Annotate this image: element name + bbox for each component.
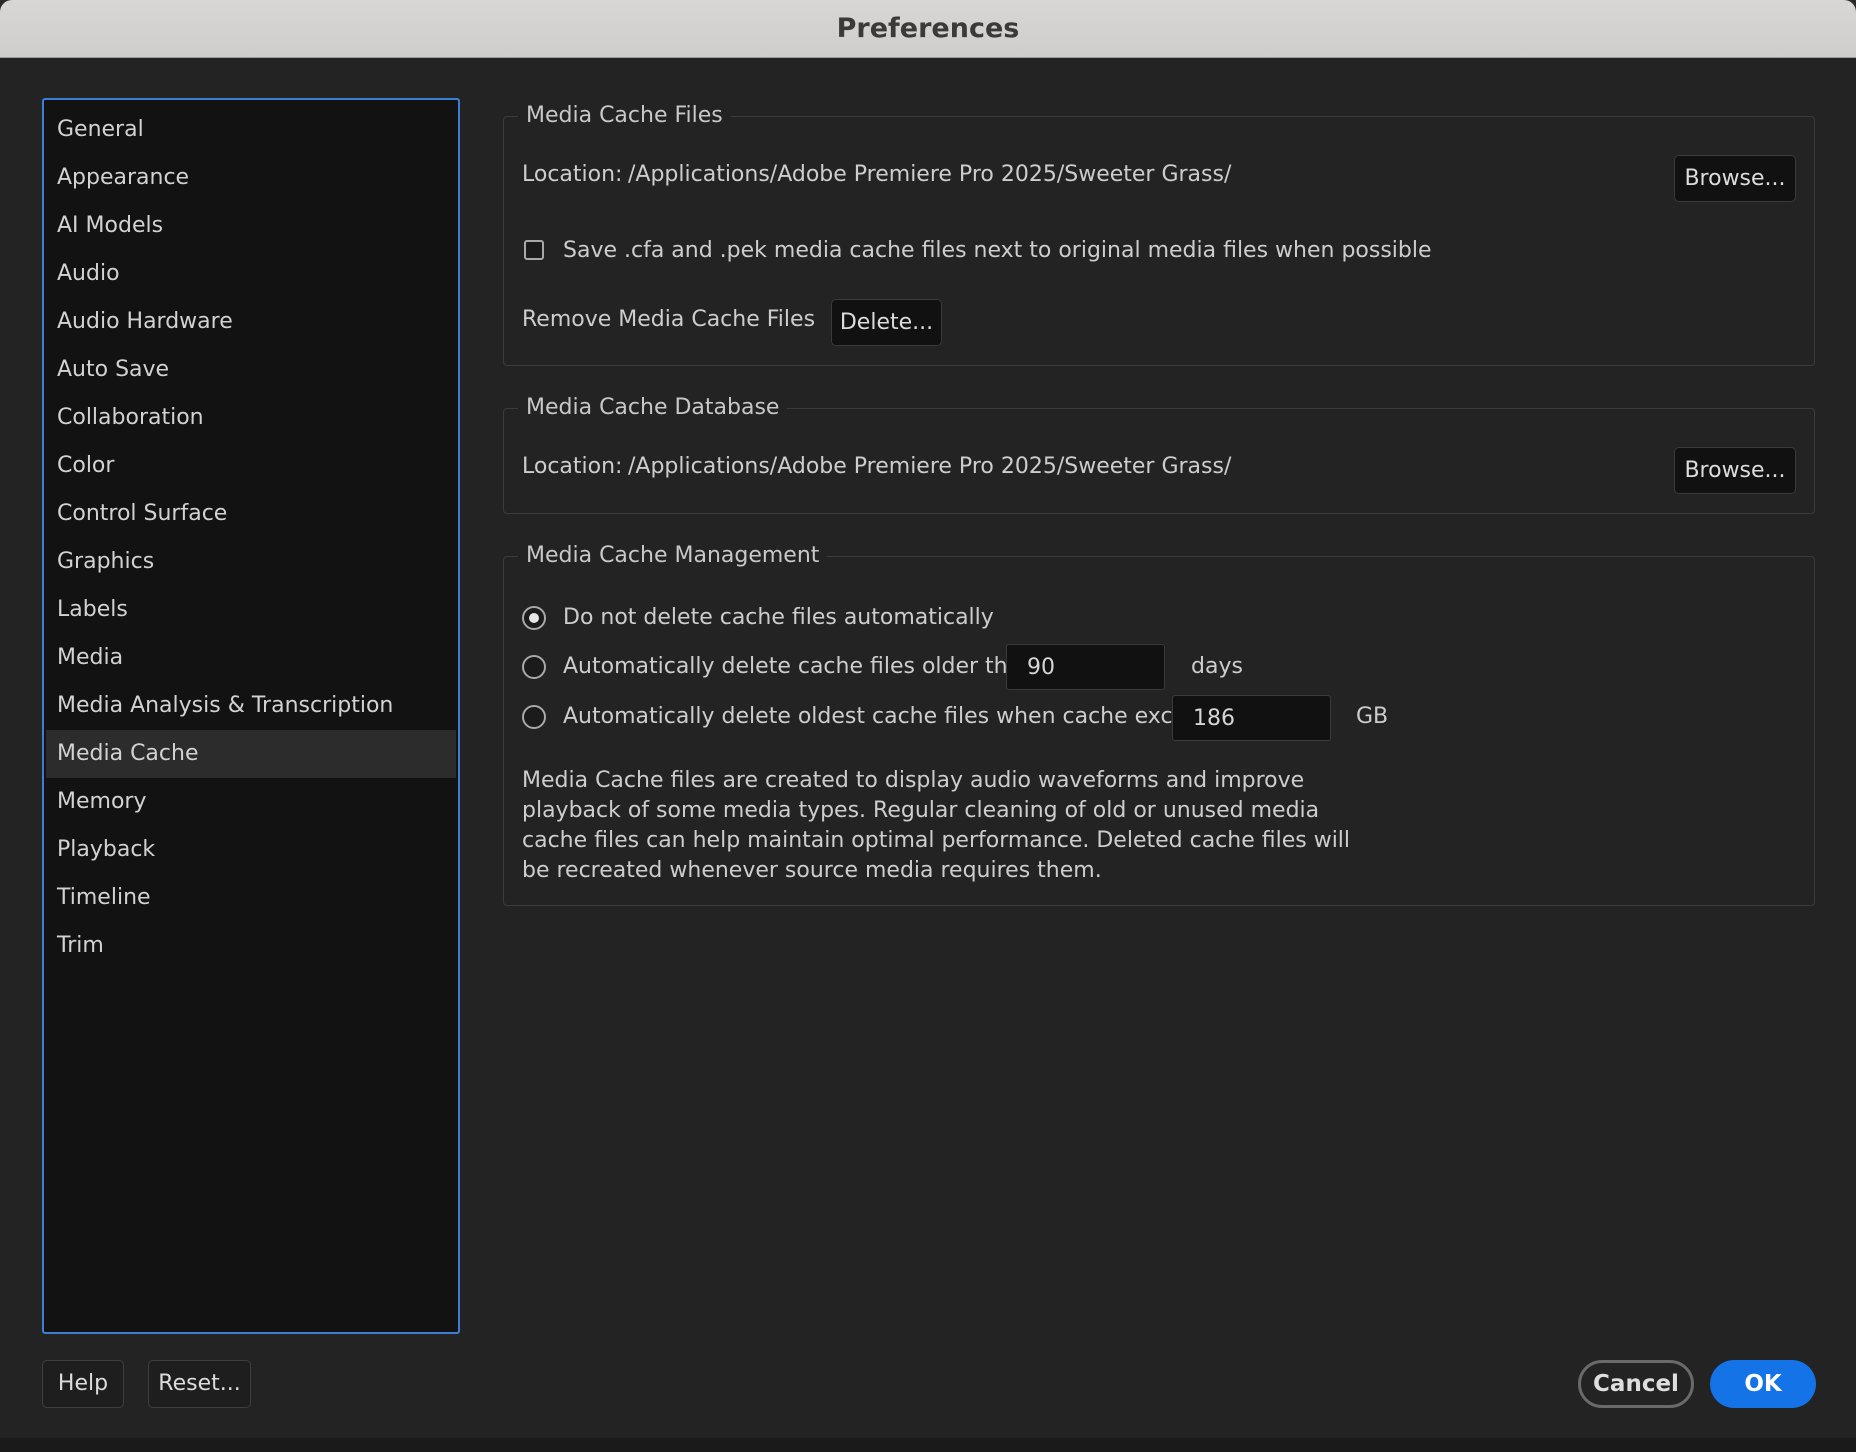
sidebar-item-audio[interactable]: Audio [46, 250, 456, 298]
sidebar-item-ai-models[interactable]: AI Models [46, 202, 456, 250]
exceeds-radio[interactable] [522, 705, 546, 729]
sidebar-item-timeline[interactable]: Timeline [46, 874, 456, 922]
sidebar-item-collaboration[interactable]: Collaboration [46, 394, 456, 442]
group-title-media-cache-management: Media Cache Management [518, 540, 828, 572]
sidebar-item-control-surface[interactable]: Control Surface [46, 490, 456, 538]
sidebar-item-general[interactable]: General [46, 106, 456, 154]
media-cache-files-location-path: /Applications/Adobe Premiere Pro 2025/Sw… [628, 162, 1232, 187]
sidebar-item-media-cache[interactable]: Media Cache [46, 730, 456, 778]
sidebar-item-trim[interactable]: Trim [46, 922, 456, 970]
cache-size-gb-input[interactable] [1172, 695, 1331, 741]
media-cache-files-location-label: Location: [522, 162, 623, 187]
group-title-media-cache-files: Media Cache Files [518, 100, 731, 132]
group-title-media-cache-database: Media Cache Database [518, 392, 788, 424]
help-button[interactable]: Help [42, 1360, 124, 1408]
exceeds-label: Automatically delete oldest cache files … [563, 704, 1233, 729]
save-next-to-media-label: Save .cfa and .pek media cache files nex… [563, 238, 1432, 263]
cancel-button[interactable]: Cancel [1578, 1360, 1694, 1408]
media-cache-database-location-label: Location: [522, 454, 623, 479]
sidebar-item-color[interactable]: Color [46, 442, 456, 490]
media-cache-files-browse-button[interactable]: Browse... [1674, 155, 1796, 202]
remove-media-cache-files-label: Remove Media Cache Files [522, 307, 816, 332]
background-app-strip [0, 1438, 1856, 1452]
media-cache-database-browse-button[interactable]: Browse... [1674, 447, 1796, 494]
sidebar-item-labels[interactable]: Labels [46, 586, 456, 634]
sidebar-item-audio-hardware[interactable]: Audio Hardware [46, 298, 456, 346]
window-title: Preferences [0, 0, 1856, 58]
older-than-label: Automatically delete cache files older t… [563, 654, 1043, 679]
no-delete-radio[interactable] [522, 606, 546, 630]
delete-cache-button[interactable]: Delete... [831, 299, 942, 346]
older-than-radio[interactable] [522, 655, 546, 679]
older-than-days-input[interactable] [1006, 644, 1165, 690]
save-next-to-media-checkbox[interactable] [524, 240, 544, 260]
sidebar-item-playback[interactable]: Playback [46, 826, 456, 874]
sidebar-item-memory[interactable]: Memory [46, 778, 456, 826]
sidebar-item-auto-save[interactable]: Auto Save [46, 346, 456, 394]
sidebar-item-media[interactable]: Media [46, 634, 456, 682]
media-cache-database-location-path: /Applications/Adobe Premiere Pro 2025/Sw… [628, 454, 1232, 479]
ok-button[interactable]: OK [1710, 1360, 1816, 1408]
preferences-category-list: General Appearance AI Models Audio Audio… [42, 98, 460, 1334]
sidebar-item-media-analysis-transcription[interactable]: Media Analysis & Transcription [46, 682, 456, 730]
exceeds-unit-label: GB [1356, 704, 1389, 729]
sidebar-item-appearance[interactable]: Appearance [46, 154, 456, 202]
sidebar-item-graphics[interactable]: Graphics [46, 538, 456, 586]
no-delete-label: Do not delete cache files automatically [563, 605, 994, 630]
media-cache-description: Media Cache files are created to display… [522, 768, 1351, 883]
preferences-window: Preferences General Appearance AI Models… [0, 0, 1856, 1452]
older-than-unit-label: days [1191, 654, 1243, 679]
reset-button[interactable]: Reset... [148, 1360, 251, 1408]
